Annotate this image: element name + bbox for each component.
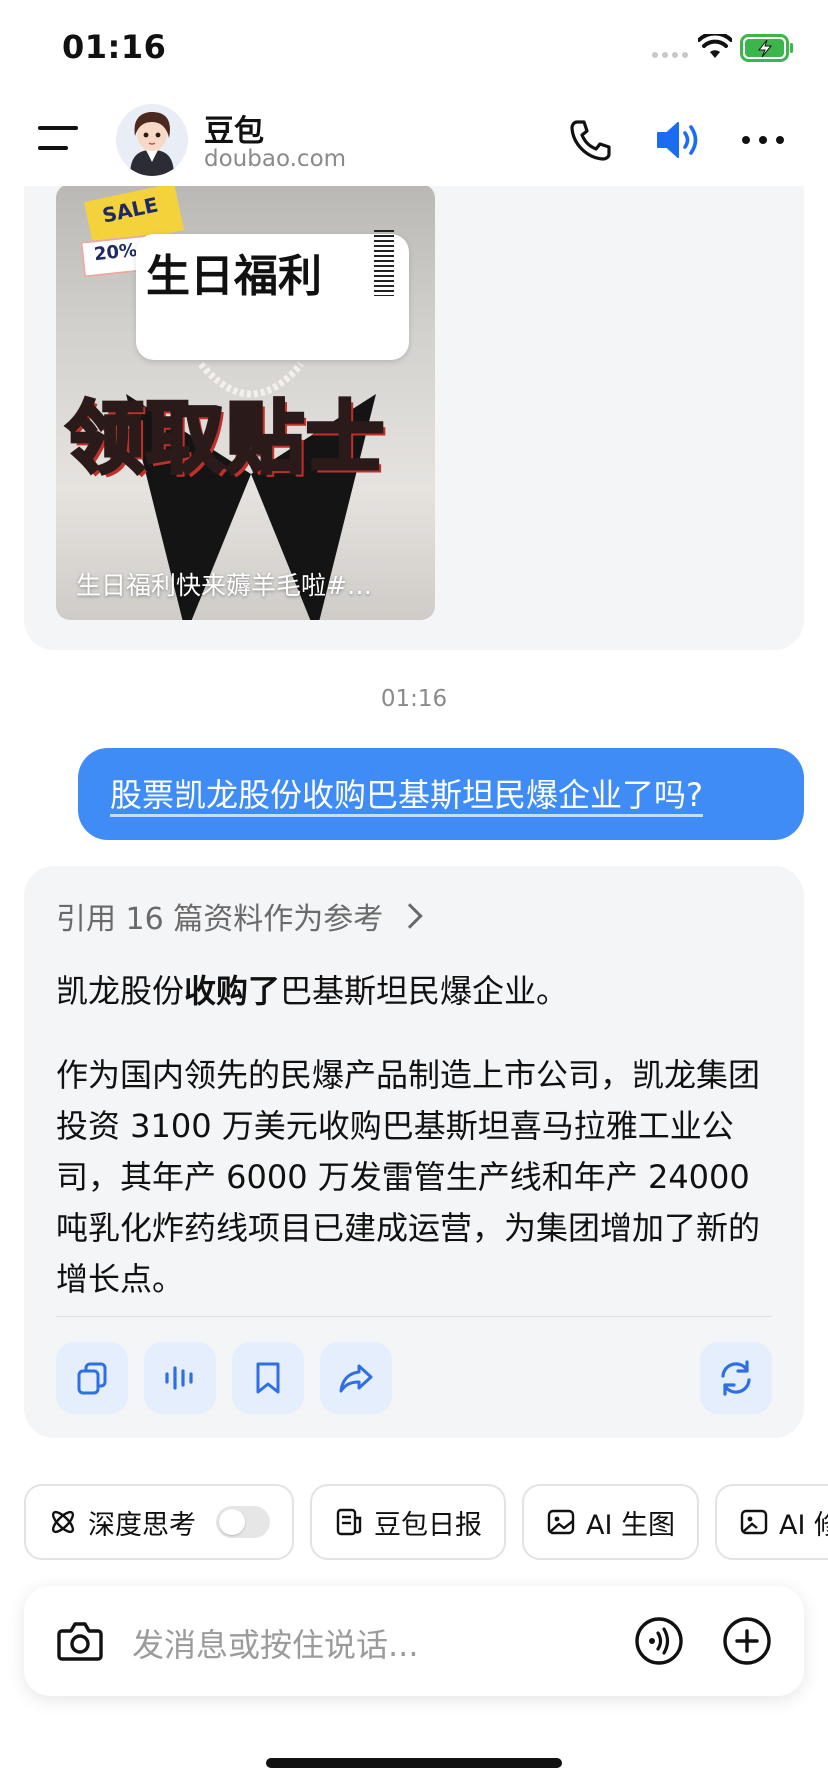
feature-chips: 深度思考 豆包日报 AI 生图 AI 修 — [24, 1484, 828, 1560]
bookmark-icon — [256, 1362, 280, 1394]
percent-text: 20% — [93, 239, 139, 266]
wifi-icon — [698, 34, 732, 58]
share-button[interactable] — [320, 1342, 392, 1414]
regenerate-button[interactable] — [700, 1342, 772, 1414]
copy-icon — [77, 1362, 107, 1395]
phone-call-icon[interactable] — [568, 118, 612, 162]
atom-icon — [51, 1510, 75, 1534]
answer-body: 作为国内领先的民爆产品制造上市公司，凯龙集团投资 3100 万美元收购巴基斯坦喜… — [56, 1056, 761, 1298]
bot-name: 豆包 — [204, 114, 264, 149]
answer-lead-suffix: 巴基斯坦民爆企业。 — [280, 972, 569, 1010]
divider — [56, 1316, 772, 1317]
chip-label: 深度思考 — [88, 1509, 196, 1541]
battery-charging-icon — [740, 34, 793, 62]
message-input[interactable]: 发消息或按住说话... — [132, 1620, 419, 1666]
reference-link[interactable]: 引用 16 篇资料作为参考 — [56, 894, 423, 938]
answer-lead-bold: 收购了 — [184, 972, 281, 1010]
copy-button[interactable] — [56, 1342, 128, 1414]
chat-header: 豆包 doubao.com — [0, 96, 828, 186]
chip-ai-image[interactable]: AI 生图 — [522, 1484, 700, 1560]
image-icon — [547, 1509, 575, 1535]
chip-label: AI 修 — [779, 1509, 828, 1541]
bot-domain: doubao.com — [204, 146, 347, 172]
image-edit-icon — [740, 1509, 768, 1535]
thumbnail-headline: 领取贴士 — [64, 392, 387, 486]
cellular-signal-icon — [652, 52, 688, 58]
reference-text: 引用 16 篇资料作为参考 — [56, 902, 384, 937]
newspaper-icon — [336, 1508, 362, 1536]
chip-daily-report[interactable]: 豆包日报 — [310, 1484, 506, 1560]
avatar[interactable] — [116, 104, 188, 176]
answer-lead: 凯龙股份收购了巴基斯坦民爆企业。 — [56, 966, 568, 1012]
bot-avatar-icon — [116, 104, 188, 176]
bookmark-button[interactable] — [232, 1342, 304, 1414]
sound-wave-icon — [165, 1366, 193, 1390]
read-aloud-button[interactable] — [144, 1342, 216, 1414]
chevron-right-icon — [397, 903, 423, 929]
camera-icon[interactable] — [56, 1618, 104, 1664]
voice-input-icon[interactable] — [634, 1616, 684, 1666]
home-indicator[interactable] — [266, 1758, 562, 1768]
speaker-icon[interactable] — [654, 118, 702, 162]
refresh-icon — [721, 1360, 751, 1396]
chat-screen: 01:16 豆包 doubao.com SALE 20% 生日福利 领取贴士 生… — [0, 0, 828, 1792]
status-time: 01:16 — [62, 28, 167, 66]
more-options-icon[interactable] — [742, 136, 784, 144]
chip-ai-edit[interactable]: AI 修 — [715, 1484, 828, 1560]
message-timestamp: 01:16 — [380, 686, 448, 712]
chip-label: 豆包日报 — [374, 1509, 482, 1541]
barcode-icon — [374, 230, 394, 296]
thumbnail-caption: 生日福利快来薅羊毛啦#… — [76, 571, 372, 600]
deep-thinking-toggle[interactable] — [216, 1506, 270, 1538]
chip-label: AI 生图 — [586, 1509, 676, 1541]
status-bar: 01:16 — [0, 0, 828, 96]
answer-lead-prefix: 凯龙股份 — [56, 972, 185, 1010]
thumbnail-label-text: 生日福利 — [146, 251, 322, 302]
video-thumbnail[interactable]: SALE 20% 生日福利 领取贴士 生日福利快来薅羊毛啦#… — [56, 184, 435, 620]
add-icon[interactable] — [722, 1616, 772, 1666]
user-message-text[interactable]: 股票凯龙股份收购巴基斯坦民爆企业了吗? — [110, 770, 703, 816]
chip-deep-thinking[interactable]: 深度思考 — [24, 1484, 294, 1560]
menu-icon[interactable] — [38, 126, 82, 156]
share-icon — [339, 1364, 373, 1393]
